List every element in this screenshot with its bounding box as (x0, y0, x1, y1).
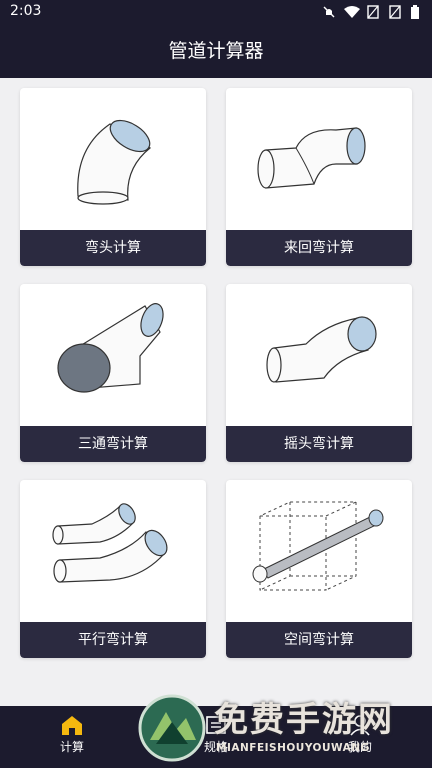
card-label: 三通弯计算 (20, 426, 206, 462)
wifi-icon (344, 4, 360, 18)
card-offset[interactable]: 来回弯计算 (226, 88, 412, 266)
watermark-logo (138, 694, 206, 762)
sim-off-icon (388, 4, 402, 19)
sim-off-icon (366, 4, 380, 19)
card-label: 弯头计算 (20, 230, 206, 266)
watermark-title: 免费手游网 (214, 700, 394, 740)
status-icons (322, 4, 424, 19)
swing-pipe-icon (226, 284, 412, 424)
home-icon (60, 714, 84, 736)
status-time: 2:03 (10, 3, 42, 19)
tee-pipe-icon (20, 284, 206, 424)
elbow-pipe-icon (20, 88, 206, 228)
tab-calculate[interactable]: 计算 (0, 706, 144, 768)
tab-label: 计算 (59, 740, 84, 754)
watermark-subtitle: MIANFEISHOUYOUWANG (216, 742, 370, 754)
card-label: 空间弯计算 (226, 622, 412, 658)
spatial-pipe-icon (226, 480, 412, 620)
card-elbow[interactable]: 弯头计算 (20, 88, 206, 266)
card-label: 平行弯计算 (20, 622, 206, 658)
status-bar: 2:03 (0, 0, 432, 24)
card-label: 来回弯计算 (226, 230, 412, 266)
battery-icon (410, 4, 424, 19)
offset-pipe-icon (226, 88, 412, 228)
parallel-pipe-icon (20, 480, 206, 620)
card-swing[interactable]: 摇头弯计算 (226, 284, 412, 462)
page-title: 管道计算器 (168, 40, 264, 62)
card-spatial[interactable]: 空间弯计算 (226, 480, 412, 658)
mute-icon (322, 4, 336, 18)
card-tee[interactable]: 三通弯计算 (20, 284, 206, 462)
card-label: 摇头弯计算 (226, 426, 412, 462)
watermark: 免费手游网 MIANFEISHOUYOUWANG (134, 688, 432, 768)
app-bar: 管道计算器 (0, 24, 432, 78)
card-parallel[interactable]: 平行弯计算 (20, 480, 206, 658)
